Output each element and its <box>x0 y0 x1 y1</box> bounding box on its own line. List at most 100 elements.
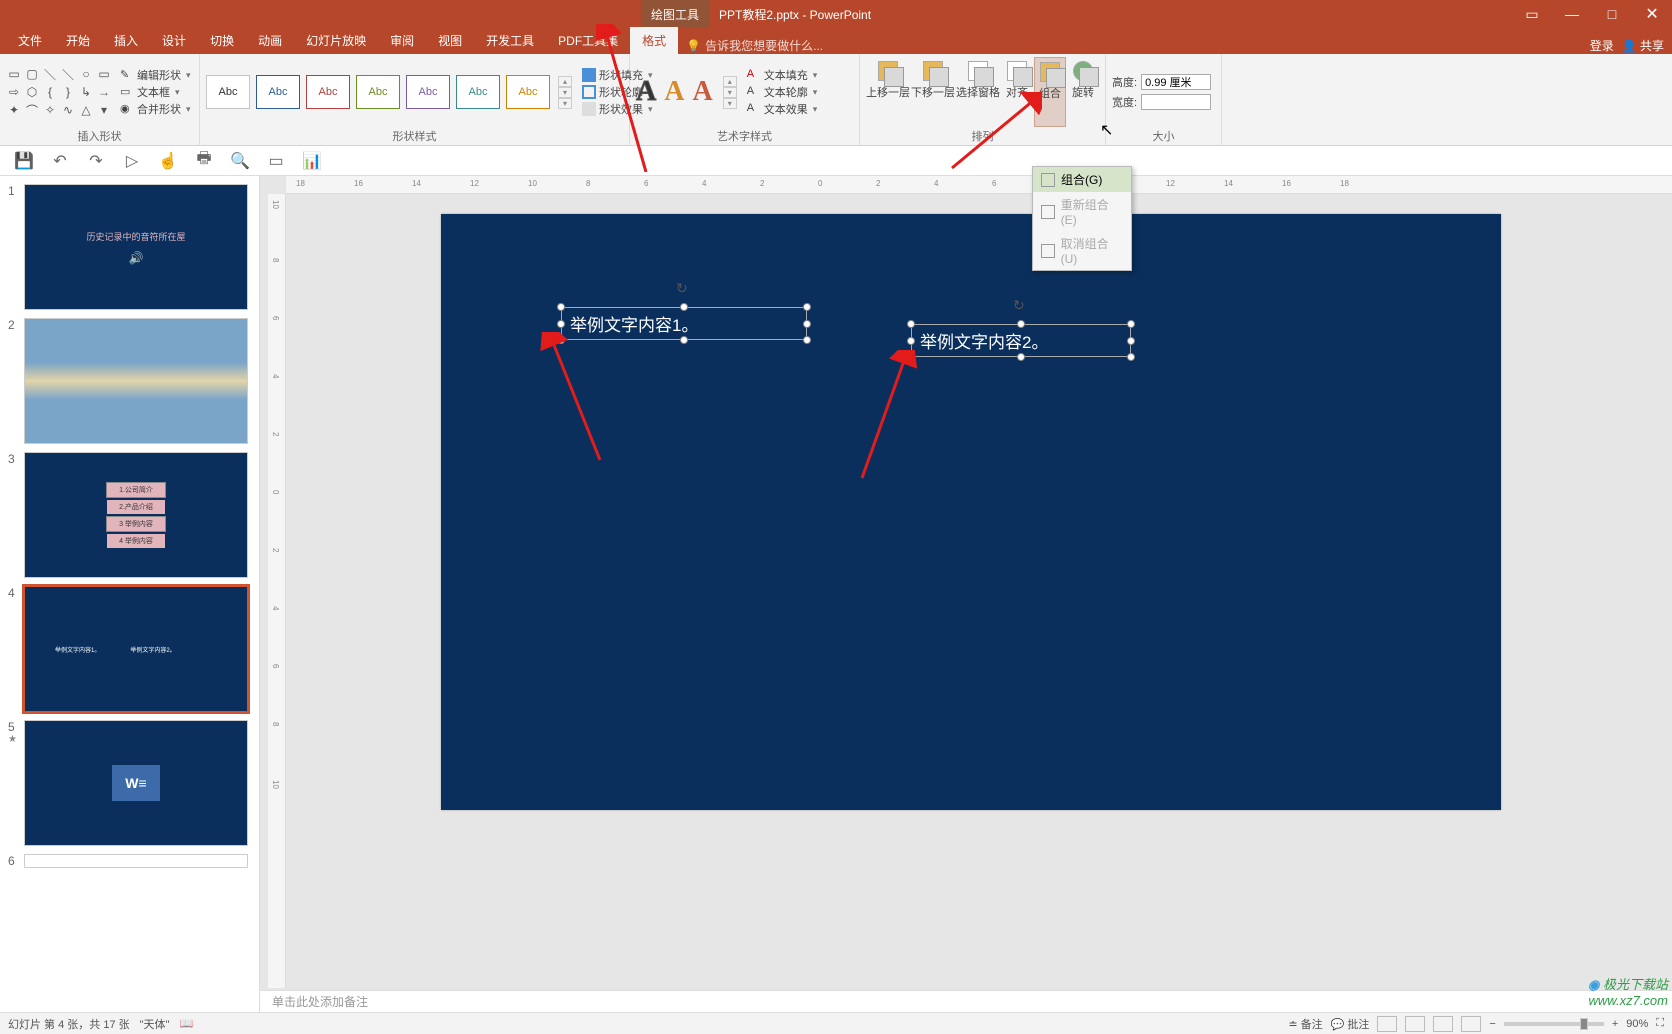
sign-in-link[interactable]: 登录 <box>1590 37 1614 54</box>
shape-line-icon[interactable]: ＼ <box>42 66 58 82</box>
shape-style-gallery[interactable]: Abc Abc Abc Abc Abc Abc Abc ▴ ▾ ▾ <box>206 75 572 109</box>
shape-brace2-icon[interactable]: } <box>60 84 76 100</box>
maximize-button[interactable]: □ <box>1592 0 1632 28</box>
tab-slideshow[interactable]: 幻灯片放映 <box>294 27 378 54</box>
style-gallery-nav[interactable]: ▴ ▾ ▾ <box>558 76 572 109</box>
resize-handle[interactable] <box>557 336 565 344</box>
reading-view-button[interactable] <box>1433 1016 1453 1032</box>
qat-preview-icon[interactable]: 🔍 <box>230 151 250 171</box>
merge-shape-button[interactable]: ◉合并形状 <box>120 101 191 117</box>
tab-animations[interactable]: 动画 <box>246 27 294 54</box>
tab-design[interactable]: 设计 <box>150 27 198 54</box>
tab-insert[interactable]: 插入 <box>102 27 150 54</box>
tab-format[interactable]: 格式 <box>630 27 678 54</box>
share-button[interactable]: 👤 共享 <box>1622 37 1664 54</box>
edit-shape-button[interactable]: ✎编辑形状 <box>120 67 191 83</box>
qat-redo-icon[interactable]: ↷ <box>86 151 106 171</box>
ribbon-display-options[interactable]: ▭ <box>1512 0 1552 28</box>
style-preset-5[interactable]: Abc <box>406 75 450 109</box>
shape-connector-icon[interactable]: ↳ <box>78 84 94 100</box>
shape-line2-icon[interactable]: ＼ <box>60 66 76 82</box>
zoom-out-button[interactable]: − <box>1489 1018 1495 1030</box>
shape-arrow2-icon[interactable]: → <box>96 84 112 100</box>
wordart-gallery[interactable]: A A A ▴ ▾ ▾ <box>636 76 737 109</box>
shape-rect2-icon[interactable]: ▭ <box>96 66 112 82</box>
resize-handle[interactable] <box>680 336 688 344</box>
shape-brace-icon[interactable]: { <box>42 84 58 100</box>
resize-handle[interactable] <box>557 303 565 311</box>
wordart-preset-1[interactable]: A <box>636 76 656 108</box>
resize-handle[interactable] <box>1127 337 1135 345</box>
textbox-button[interactable]: ▭文本框 <box>120 84 191 100</box>
fit-window-button[interactable]: ⛶ <box>1656 1017 1664 1030</box>
text-effects-button[interactable]: A文本效果 <box>747 101 818 117</box>
zoom-level[interactable]: 90% <box>1626 1018 1648 1030</box>
shape-textbox-icon[interactable]: ▭ <box>6 66 22 82</box>
zoom-in-button[interactable]: + <box>1612 1018 1618 1030</box>
resize-handle[interactable] <box>1127 320 1135 328</box>
qat-save-icon[interactable]: 💾 <box>14 151 34 171</box>
tab-pdf[interactable]: PDF工具集 <box>546 27 630 54</box>
resize-handle[interactable] <box>907 337 915 345</box>
gallery-up-icon[interactable]: ▴ <box>558 76 572 87</box>
shape-tri-icon[interactable]: △ <box>78 102 94 118</box>
resize-handle[interactable] <box>907 353 915 361</box>
menu-item-group[interactable]: 组合(G) <box>1033 167 1131 192</box>
textbox-2[interactable]: ↻ 举例文字内容2。 <box>911 324 1131 357</box>
comments-toggle[interactable]: 💬 批注 <box>1331 1016 1370 1032</box>
align-button[interactable]: 对齐 <box>1001 57 1033 127</box>
slide-thumbnail-6[interactable] <box>24 854 248 868</box>
width-input[interactable] <box>1141 94 1211 110</box>
text-fill-button[interactable]: A文本填充 <box>747 67 818 83</box>
rotate-handle-icon[interactable]: ↻ <box>676 280 688 297</box>
selection-pane-button[interactable]: 选择窗格 <box>956 57 1000 127</box>
qat-chart-icon[interactable]: 📊 <box>302 151 322 171</box>
slide-thumbnail-2[interactable] <box>24 318 248 444</box>
zoom-thumb[interactable] <box>1580 1018 1588 1030</box>
qat-slide-icon[interactable]: ▭ <box>266 151 286 171</box>
shape-hex-icon[interactable]: ⬡ <box>24 84 40 100</box>
slide-thumbnail-3[interactable]: 1.公司简介 2.产品介绍 3 举例内容 4 举例内容 <box>24 452 248 578</box>
slide-canvas[interactable]: ↻ 举例文字内容1。 ↻ 举例文字内容2。 <box>441 214 1501 810</box>
shape-oval-icon[interactable]: ○ <box>78 66 94 82</box>
resize-handle[interactable] <box>803 320 811 328</box>
slide-thumbnail-5[interactable]: W≡ <box>24 720 248 846</box>
text-outline-button[interactable]: A文本轮廓 <box>747 84 818 100</box>
zoom-slider[interactable] <box>1504 1022 1604 1026</box>
sorter-view-button[interactable] <box>1405 1016 1425 1032</box>
qat-undo-icon[interactable]: ↶ <box>50 151 70 171</box>
minimize-button[interactable]: — <box>1552 0 1592 28</box>
style-preset-7[interactable]: Abc <box>506 75 550 109</box>
resize-handle[interactable] <box>907 320 915 328</box>
wa-more-icon[interactable]: ▾ <box>723 98 737 109</box>
group-button[interactable]: 组合 <box>1034 57 1066 127</box>
tab-view[interactable]: 视图 <box>426 27 474 54</box>
slide-thumbnails-panel[interactable]: 1 历史记录中的音符所在屋 🔊 2 3 1.公司简介 2.产品介绍 3 举例内容… <box>0 176 260 1012</box>
style-preset-6[interactable]: Abc <box>456 75 500 109</box>
tab-file[interactable]: 文件 <box>6 27 54 54</box>
style-preset-3[interactable]: Abc <box>306 75 350 109</box>
slide-thumbnail-1[interactable]: 历史记录中的音符所在屋 🔊 <box>24 184 248 310</box>
shape-arrow-icon[interactable]: ⇨ <box>6 84 22 100</box>
gallery-more-icon[interactable]: ▾ <box>558 98 572 109</box>
shape-star2-icon[interactable]: ✧ <box>42 102 58 118</box>
tab-home[interactable]: 开始 <box>54 27 102 54</box>
style-preset-1[interactable]: Abc <box>206 75 250 109</box>
resize-handle[interactable] <box>803 336 811 344</box>
tab-transitions[interactable]: 切换 <box>198 27 246 54</box>
tab-review[interactable]: 审阅 <box>378 27 426 54</box>
shape-rect-icon[interactable]: ▢ <box>24 66 40 82</box>
height-input[interactable] <box>1141 74 1211 90</box>
tab-developer[interactable]: 开发工具 <box>474 27 546 54</box>
qat-slideshow-icon[interactable]: ▷ <box>122 151 142 171</box>
shape-more-icon[interactable]: ▾ <box>96 102 112 118</box>
slide-counter[interactable]: 幻灯片 第 4 张，共 17 张 <box>8 1016 130 1032</box>
resize-handle[interactable] <box>1017 320 1025 328</box>
send-backward-button[interactable]: 下移一层 <box>911 57 955 127</box>
slideshow-view-button[interactable] <box>1461 1016 1481 1032</box>
wordart-gallery-nav[interactable]: ▴ ▾ ▾ <box>723 76 737 109</box>
style-preset-2[interactable]: Abc <box>256 75 300 109</box>
wordart-preset-3[interactable]: A <box>692 76 712 108</box>
resize-handle[interactable] <box>680 303 688 311</box>
qat-touch-icon[interactable]: ☝ <box>158 151 178 171</box>
